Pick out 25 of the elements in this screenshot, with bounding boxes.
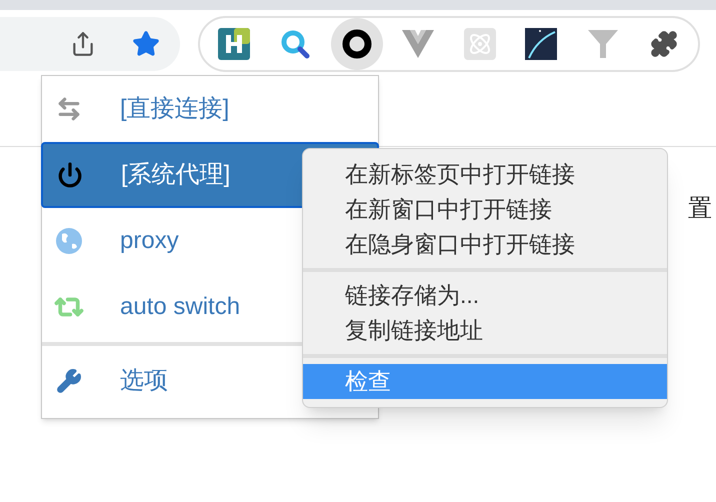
context-menu-item[interactable]: 复制链接地址 (303, 313, 667, 348)
h-logo-icon (218, 28, 250, 60)
magnifier-icon (280, 29, 310, 59)
star-icon[interactable] (132, 30, 160, 58)
context-menu-item[interactable]: 在隐身窗口中打开链接 (303, 227, 667, 262)
power-icon (57, 162, 83, 188)
context-menu-item[interactable]: 链接存储为... (303, 278, 667, 313)
ring-icon (342, 29, 372, 59)
extension-button[interactable] (330, 18, 383, 70)
menu-item[interactable]: [直接连接] (42, 76, 378, 142)
atom-icon (464, 28, 496, 60)
wrench-icon (56, 368, 82, 394)
menu-item-label: proxy (120, 226, 179, 256)
v-logo-icon (402, 30, 434, 58)
comet-icon (525, 28, 558, 60)
menu-item-label: [直接连接] (120, 94, 230, 124)
puzzle-icon (650, 30, 678, 58)
menu-item-label: auto switch (120, 292, 240, 322)
menu-item-label: [系统代理] (121, 160, 230, 190)
funnel-icon (588, 28, 618, 60)
menu-item-label: 选项 (120, 366, 168, 396)
context-menu-item[interactable]: 检查 (303, 364, 667, 399)
globe-icon (56, 228, 82, 254)
page-text: 置 (688, 194, 712, 224)
arrows-icon (56, 96, 82, 122)
